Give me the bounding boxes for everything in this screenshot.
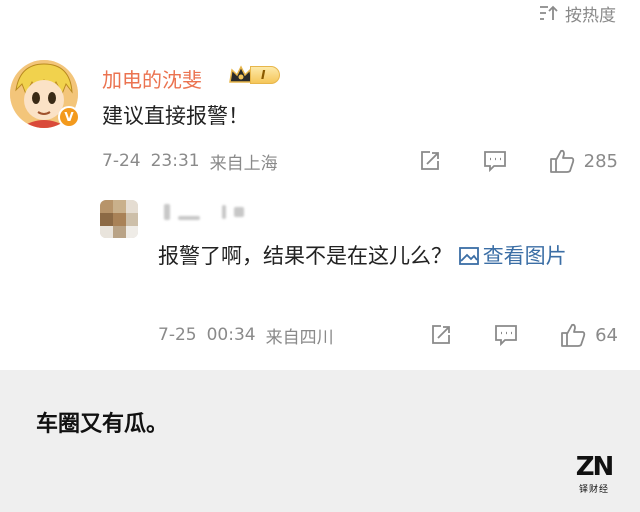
image-icon (458, 247, 479, 265)
repost-button[interactable] (418, 149, 442, 173)
watermark-logo: ZN 铎财经 (572, 454, 616, 498)
comment-location: 来自四川 (265, 327, 334, 348)
watermark-sub: 铎财经 (578, 485, 609, 495)
fan-level-badge[interactable]: I (228, 63, 281, 87)
view-image-link[interactable]: 查看图片 (458, 244, 567, 268)
sort-by-hot-button[interactable]: 按热度 (539, 2, 616, 26)
repost-button[interactable] (429, 323, 453, 347)
author-name[interactable]: 加电的沈斐 (102, 64, 202, 93)
comment-text-body: 报警了啊，结果不是在这儿么？ (158, 244, 452, 268)
view-image-label: 查看图片 (482, 244, 567, 268)
author-name-obscured (164, 202, 244, 222)
sort-icon (540, 5, 558, 20)
reply-button[interactable] (493, 323, 519, 347)
like-icon (549, 149, 574, 173)
comment-icon (495, 325, 517, 347)
caption-panel: 车圈又有瓜。 ZN 铎财经 (0, 370, 640, 512)
watermark-mark: ZN (575, 452, 615, 482)
avatar[interactable] (100, 200, 138, 238)
like-icon (561, 323, 586, 347)
comment-meta: 7-25 00:34 来自四川 (158, 322, 334, 348)
comment-location: 来自上海 (209, 153, 278, 174)
like-count: 285 (583, 150, 618, 172)
reply-button[interactable] (482, 149, 508, 173)
comment-actions: 64 (429, 321, 618, 349)
comment-meta: 7-24 23:31 来自上海 (102, 148, 278, 174)
like-count: 64 (595, 324, 618, 346)
comment-time: 23:31 (150, 151, 200, 171)
repost-icon (420, 151, 439, 170)
verified-badge: V (58, 106, 80, 128)
caption-text: 车圈又有瓜。 (36, 411, 169, 437)
comment-text: 建议直接报警！ (102, 104, 249, 128)
like-button[interactable]: 285 (548, 148, 618, 174)
fan-level-label: I (250, 66, 281, 84)
comment-date: 7-25 (158, 325, 197, 345)
comment-actions: 285 (418, 147, 618, 175)
comment-item: V 加电的沈斐 I 建议直接报警！ 7-24 23:31 来自上海 285 (0, 54, 640, 182)
sort-label: 按热度 (565, 5, 616, 26)
comment-time: 00:34 (206, 325, 256, 345)
like-button[interactable]: 64 (559, 322, 618, 348)
repost-icon (432, 325, 450, 344)
comment-item: 报警了啊，结果不是在这儿么？ 查看图片 7-25 00:34 来自四川 64 (0, 194, 640, 354)
comment-date: 7-24 (102, 151, 141, 171)
comment-icon (483, 151, 506, 173)
comment-text: 报警了啊，结果不是在这儿么？ 查看图片 (158, 238, 618, 274)
